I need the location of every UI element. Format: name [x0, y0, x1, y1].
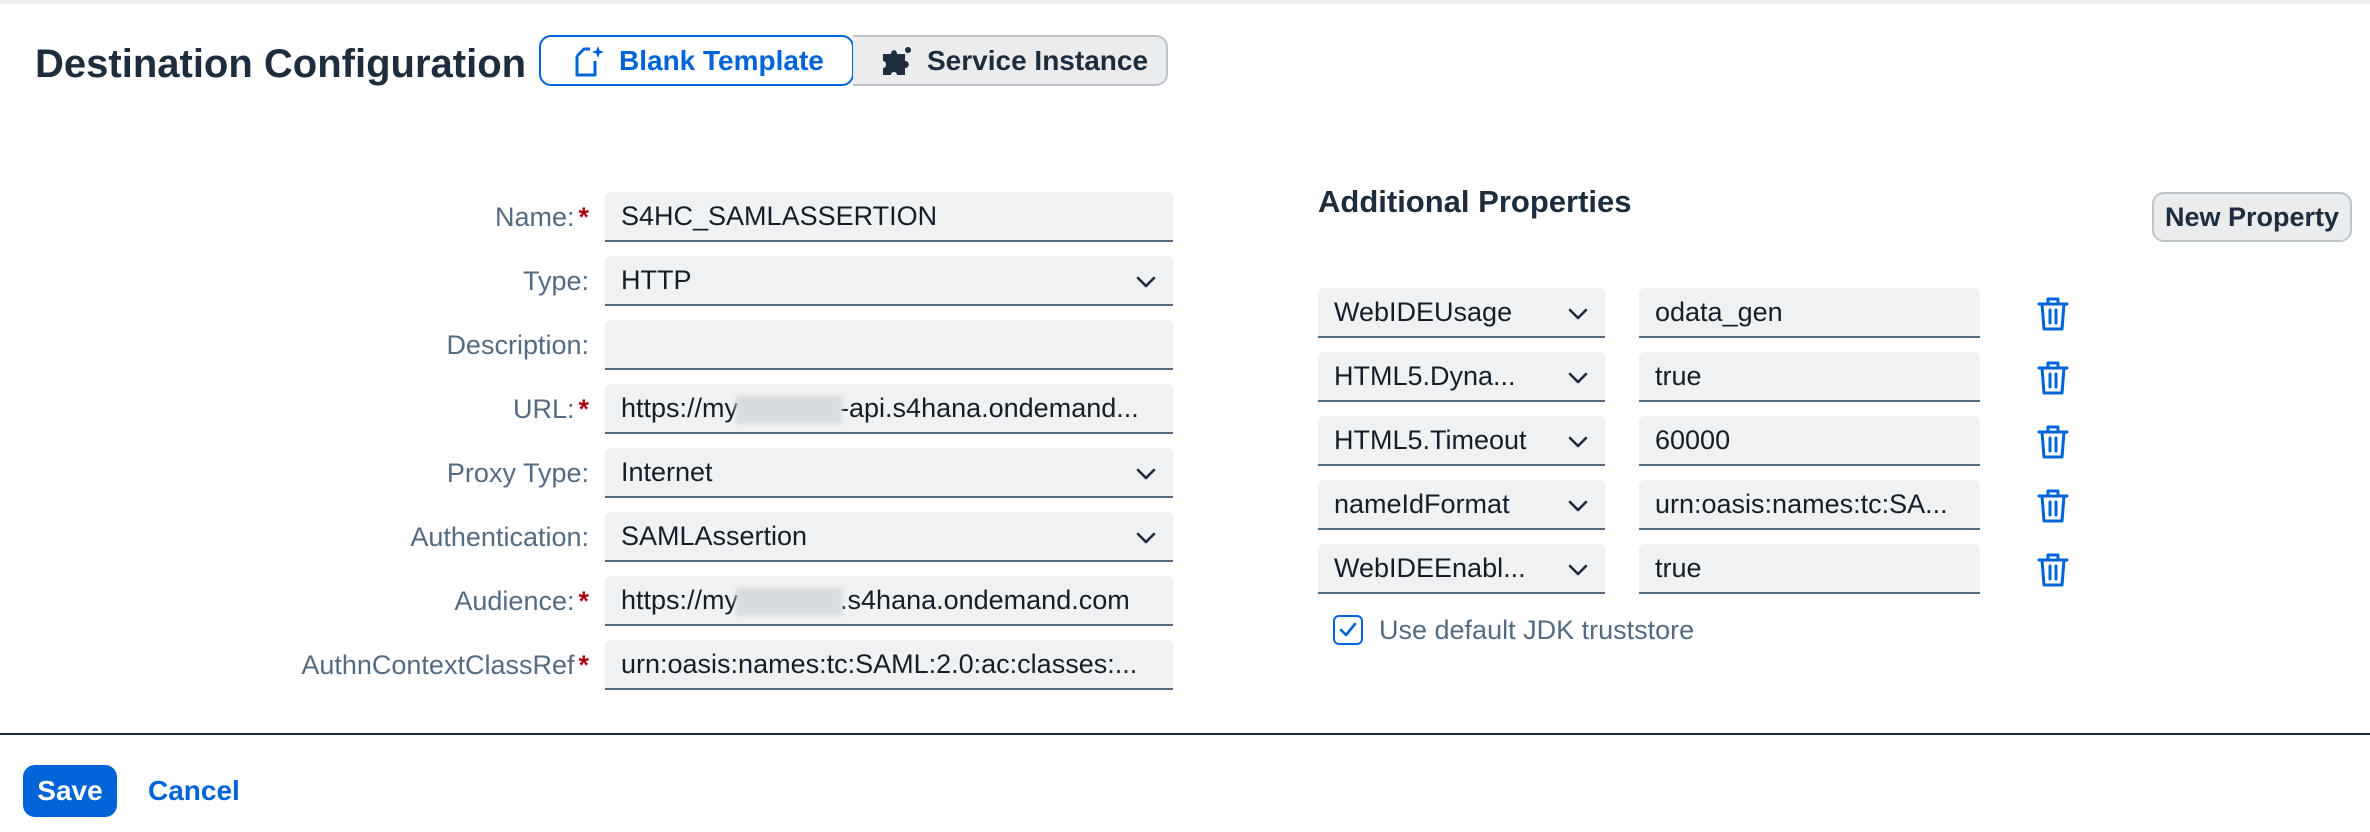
authn-context-label: AuthnContextClassRef * — [301, 650, 589, 680]
chevron-down-icon — [1136, 276, 1156, 288]
delete-icon[interactable] — [2036, 424, 2070, 460]
additional-properties-title: Additional Properties — [1318, 184, 1632, 219]
required-marker: * — [578, 394, 589, 424]
chevron-down-icon — [1136, 468, 1156, 480]
type-select[interactable]: HTTP — [605, 256, 1173, 306]
url-row: URL: * https://my -api.s4hana.ondemand... — [0, 384, 1180, 434]
required-marker: * — [578, 202, 589, 232]
audience-value-suffix: .s4hana.ondemand.com — [840, 585, 1130, 615]
property-key-value: HTML5.Dyna... — [1334, 361, 1516, 391]
proxy-type-value: Internet — [621, 457, 713, 487]
save-button[interactable]: Save — [23, 765, 117, 817]
chevron-down-icon — [1568, 308, 1588, 320]
puzzle-icon — [879, 44, 913, 78]
property-value-input[interactable]: true — [1639, 544, 1980, 594]
type-label: Type: — [522, 266, 589, 296]
new-property-button[interactable]: New Property — [2152, 192, 2352, 242]
delete-icon[interactable] — [2036, 296, 2070, 332]
property-key-value: nameIdFormat — [1334, 489, 1510, 519]
chevron-down-icon — [1136, 532, 1156, 544]
page-title: Destination Configuration — [35, 42, 527, 86]
authn-context-input[interactable]: urn:oasis:names:tc:SAML:2.0:ac:classes:.… — [605, 640, 1173, 690]
checkmark-icon — [1339, 622, 1357, 637]
authentication-value: SAMLAssertion — [621, 521, 808, 551]
type-value: HTTP — [621, 265, 692, 295]
jdk-truststore-option: Use default JDK truststore — [1333, 612, 1694, 648]
authentication-label: Authentication: — [410, 522, 589, 552]
required-marker: * — [578, 586, 589, 616]
audience-label: Audience: * — [454, 586, 589, 616]
proxy-type-label: Proxy Type: — [446, 458, 589, 488]
authn-context-row: AuthnContextClassRef * urn:oasis:names:tc… — [0, 640, 1180, 690]
property-key-value: HTML5.Timeout — [1334, 425, 1527, 455]
service-instance-label: Service Instance — [927, 44, 1149, 76]
delete-icon[interactable] — [2036, 360, 2070, 396]
new-document-icon — [571, 44, 605, 78]
url-value-suffix: -api.s4hana.ondemand... — [840, 393, 1139, 423]
blank-template-label: Blank Template — [619, 44, 824, 76]
url-value-prefix: https://my — [621, 393, 739, 423]
property-key-value: WebIDEEnabl... — [1334, 553, 1526, 583]
name-label: Name: * — [494, 202, 589, 232]
property-row: WebIDEEnabl... true — [1318, 544, 2078, 594]
proxy-type-row: Proxy Type: Internet — [0, 448, 1180, 498]
required-marker: * — [578, 650, 589, 680]
url-input[interactable]: https://my -api.s4hana.ondemand... — [605, 384, 1173, 434]
blank-template-button[interactable]: Blank Template — [539, 35, 854, 86]
property-key-select[interactable]: HTML5.Dyna... — [1318, 352, 1605, 402]
description-label: Description: — [446, 330, 589, 360]
url-label: URL: * — [512, 394, 589, 424]
service-instance-button[interactable]: Service Instance — [853, 35, 1168, 86]
property-value-input[interactable]: odata_gen — [1639, 288, 1980, 338]
description-row: Description: — [0, 320, 1180, 370]
property-row: WebIDEUsage odata_gen — [1318, 288, 2078, 338]
cancel-button[interactable]: Cancel — [148, 765, 240, 817]
audience-input[interactable]: https://my .s4hana.ondemand.com — [605, 576, 1173, 626]
jdk-truststore-label: Use default JDK truststore — [1379, 614, 1695, 645]
chevron-down-icon — [1568, 564, 1588, 576]
jdk-truststore-checkbox[interactable] — [1333, 615, 1363, 645]
property-row: HTML5.Dyna... true — [1318, 352, 2078, 402]
property-value-input[interactable]: true — [1639, 352, 1980, 402]
redacted-text — [736, 587, 843, 616]
chevron-down-icon — [1568, 500, 1588, 512]
property-key-select[interactable]: HTML5.Timeout — [1318, 416, 1605, 466]
property-key-select[interactable]: WebIDEUsage — [1318, 288, 1605, 338]
property-value-input[interactable]: urn:oasis:names:tc:SA... — [1639, 480, 1980, 530]
authentication-select[interactable]: SAMLAssertion — [605, 512, 1173, 562]
destination-configuration-page: Destination Configuration Blank Template… — [0, 0, 2370, 832]
audience-value-prefix: https://my — [621, 585, 739, 615]
property-key-select[interactable]: WebIDEEnabl... — [1318, 544, 1605, 594]
property-row: nameIdFormat urn:oasis:names:tc:SA... — [1318, 480, 2078, 530]
delete-icon[interactable] — [2036, 552, 2070, 588]
chevron-down-icon — [1568, 436, 1588, 448]
type-row: Type: HTTP — [0, 256, 1180, 306]
chevron-down-icon — [1568, 372, 1588, 384]
audience-row: Audience: * https://my .s4hana.ondemand.co… — [0, 576, 1180, 626]
property-value-input[interactable]: 60000 — [1639, 416, 1980, 466]
redacted-text — [736, 395, 843, 424]
property-key-select[interactable]: nameIdFormat — [1318, 480, 1605, 530]
property-row: HTML5.Timeout 60000 — [1318, 416, 2078, 466]
name-input[interactable]: S4HC_SAMLASSERTION — [605, 192, 1173, 242]
delete-icon[interactable] — [2036, 488, 2070, 524]
name-row: Name: * S4HC_SAMLASSERTION — [0, 192, 1180, 242]
proxy-type-select[interactable]: Internet — [605, 448, 1173, 498]
authentication-row: Authentication: SAMLAssertion — [0, 512, 1180, 562]
footer-toolbar — [0, 735, 2370, 832]
description-input[interactable] — [605, 320, 1173, 370]
property-key-value: WebIDEUsage — [1334, 297, 1513, 327]
